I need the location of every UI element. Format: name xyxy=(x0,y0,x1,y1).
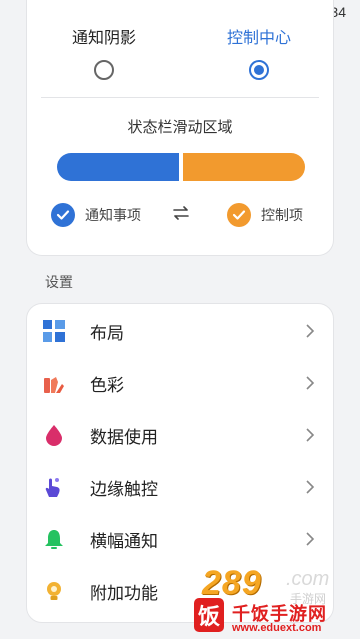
settings-item-layout[interactable]: 布局 xyxy=(27,305,333,357)
settings-item-edge-touch[interactable]: 边缘触控 xyxy=(27,461,333,513)
mode-notification-shade-radio[interactable] xyxy=(94,60,114,80)
settings-item-data-usage[interactable]: 数据使用 xyxy=(27,409,333,461)
settings-item-label: 数据使用 xyxy=(90,427,158,447)
mode-control-center[interactable]: 控制中心 xyxy=(199,28,319,80)
settings-item-label: 横幅通知 xyxy=(90,531,158,551)
notification-slide-zone[interactable] xyxy=(57,153,179,181)
bulb-icon xyxy=(47,582,61,600)
control-slide-zone[interactable] xyxy=(183,153,305,181)
mode-control-center-radio[interactable] xyxy=(249,60,269,80)
watermark-logo-com: .com xyxy=(286,568,330,590)
touch-icon xyxy=(45,478,60,497)
watermark-badge: 饭 xyxy=(194,598,224,632)
bell-icon xyxy=(45,530,63,549)
mode-notification-shade-label: 通知阴影 xyxy=(71,30,136,47)
chevron-right-icon xyxy=(306,480,315,494)
layout-icon xyxy=(43,320,65,342)
site-watermark: 289 .com 手游网 饭 千饭手游网 www.eduext.com xyxy=(190,560,360,639)
watermark-url: www.eduext.com xyxy=(232,622,322,634)
drop-icon xyxy=(46,425,62,446)
legend-controls-label: 控制项 xyxy=(261,207,303,223)
settings-item-label: 布局 xyxy=(90,323,124,343)
legend-notifications-label: 通知事项 xyxy=(85,207,141,223)
settings-item-label: 附加功能 xyxy=(90,583,158,603)
color-icon xyxy=(44,377,64,393)
settings-section-label: 设置 xyxy=(45,274,73,290)
check-icon xyxy=(227,203,251,227)
settings-item-label: 边缘触控 xyxy=(90,479,158,499)
slide-area-title: 状态栏滑动区域 xyxy=(127,119,233,136)
chevron-right-icon xyxy=(306,376,315,390)
settings-item-label: 色彩 xyxy=(90,375,124,395)
chevron-right-icon xyxy=(306,532,315,546)
chevron-right-icon xyxy=(306,324,315,338)
chevron-right-icon xyxy=(306,428,315,442)
swap-icon[interactable] xyxy=(172,206,190,220)
settings-item-banner-notification[interactable]: 横幅通知 xyxy=(27,513,333,565)
legend-notifications: 通知事项 xyxy=(51,203,141,227)
check-icon xyxy=(51,203,75,227)
mode-notification-shade[interactable]: 通知阴影 xyxy=(44,28,164,80)
settings-item-color[interactable]: 色彩 xyxy=(27,357,333,409)
legend-controls: 控制项 xyxy=(227,203,303,227)
mode-control-center-label: 控制中心 xyxy=(226,30,291,47)
shade-settings-card: 通知阴影 控制中心 状态栏滑动区域 通知事项 控制项 xyxy=(26,0,334,256)
divider xyxy=(41,97,319,98)
